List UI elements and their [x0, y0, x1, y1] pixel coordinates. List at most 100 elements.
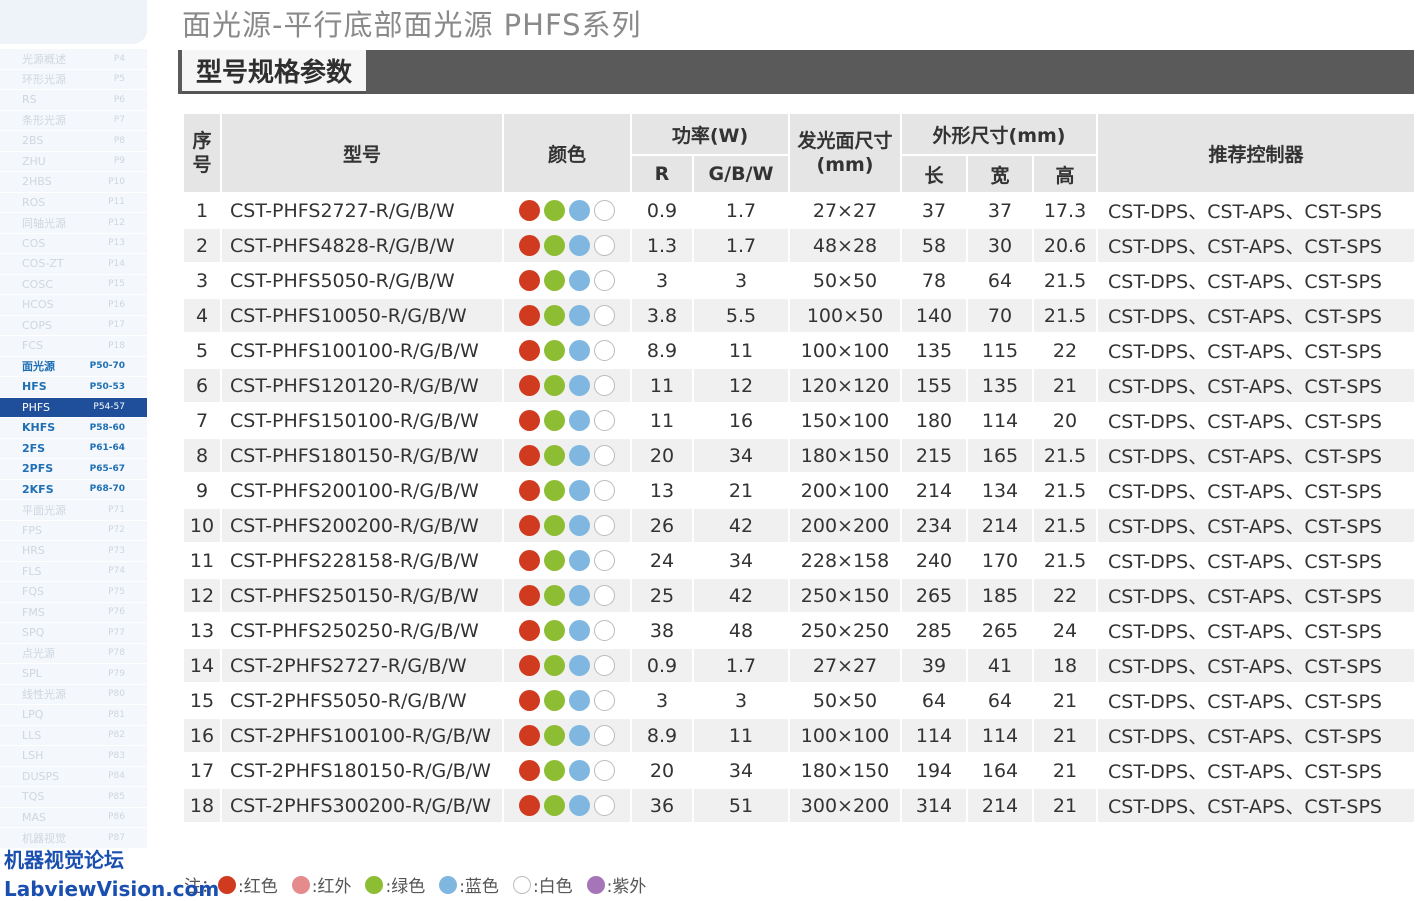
- cell-index: 17: [182, 752, 222, 789]
- green-dot-icon: [544, 725, 565, 746]
- cell-controller: CST-DPS、CST-APS、CST-SPS: [1096, 227, 1417, 264]
- cell-power-r: 11: [630, 402, 694, 439]
- red-dot-icon: [519, 690, 540, 711]
- sidebar-item[interactable]: FCS P18: [0, 336, 147, 357]
- sidebar-item[interactable]: FQS P75: [0, 582, 147, 603]
- sidebar-item[interactable]: ROS P11: [0, 192, 147, 213]
- sidebar-item[interactable]: MAS P86: [0, 807, 147, 828]
- blue-dot-icon: [569, 760, 590, 781]
- white-dot-icon: [594, 445, 615, 466]
- sidebar-item[interactable]: COS P13: [0, 233, 147, 254]
- cell-power-gbw: 11: [691, 717, 791, 754]
- sidebar-item[interactable]: 环形光源 P5: [0, 69, 147, 90]
- cell-power-r: 11: [630, 367, 694, 404]
- cell-model: CST-2PHFS100100-R/G/B/W: [220, 717, 504, 754]
- legend-label: :红色: [238, 877, 278, 897]
- sidebar-item[interactable]: 2KFS P68-70: [0, 479, 147, 500]
- sidebar-item[interactable]: KHFS P58-60: [0, 418, 147, 439]
- sidebar-item[interactable]: DUSPS P84: [0, 766, 147, 787]
- cell-power-r: 25: [630, 577, 694, 614]
- cell-emit-size: 228×158: [788, 542, 903, 579]
- cell-emit-size: 250×250: [788, 612, 903, 649]
- sidebar-item-label: 2BS: [22, 134, 44, 148]
- sidebar-item[interactable]: PHFS P54-57: [0, 397, 147, 418]
- red-dot-icon: [519, 235, 540, 256]
- legend-items: :红色 :红外 :绿色 :蓝色 :白色 :紫外: [218, 872, 660, 897]
- legend-item: :红色: [218, 872, 278, 897]
- blue-dot-icon: [569, 480, 590, 501]
- green-dot-icon: [544, 760, 565, 781]
- sidebar-item[interactable]: 面光源 P50-70: [0, 356, 147, 377]
- sidebar-item[interactable]: FPS P72: [0, 520, 147, 541]
- green-dot-icon: [544, 550, 565, 571]
- sidebar-item[interactable]: 同轴光源 P12: [0, 213, 147, 234]
- blue-dot-icon: [569, 725, 590, 746]
- sidebar-item[interactable]: 平面光源 P71: [0, 500, 147, 521]
- uv-dot-icon: [586, 875, 605, 894]
- cell-emit-size: 180×150: [788, 437, 903, 474]
- sidebar-item[interactable]: 点光源 P78: [0, 643, 147, 664]
- sidebar-item[interactable]: FLS P74: [0, 561, 147, 582]
- sidebar-item-page: P78: [108, 648, 125, 659]
- sidebar-item-label: RS: [22, 93, 37, 107]
- cell-index: 11: [182, 542, 222, 579]
- cell-index: 1: [182, 192, 222, 229]
- cell-power-gbw: 16: [691, 402, 791, 439]
- cell-color: [502, 402, 632, 439]
- table-row: 4 CST-PHFS10050-R/G/B/W 3.8 5.5 100×50 1…: [182, 297, 1417, 334]
- sidebar-item-label: COS: [22, 236, 46, 250]
- sidebar-item[interactable]: 2FS P61-64: [0, 438, 147, 459]
- sidebar-item[interactable]: 2HBS P10: [0, 172, 147, 193]
- sidebar-item[interactable]: LLS P82: [0, 725, 147, 746]
- sidebar-item-page: P73: [108, 545, 125, 556]
- sidebar-top-tab: [0, 0, 147, 44]
- cell-length: 215: [900, 437, 969, 474]
- sidebar-item-page: P50-70: [89, 361, 125, 372]
- sidebar-item[interactable]: 2BS P8: [0, 131, 147, 152]
- sidebar-item-label: 点光源: [22, 647, 55, 661]
- blue-dot-icon: [569, 655, 590, 676]
- sidebar-item[interactable]: SPL P79: [0, 664, 147, 685]
- sidebar-item[interactable]: 光源概述 P4: [0, 49, 147, 70]
- cell-width: 114: [966, 402, 1035, 439]
- sidebar-item[interactable]: FMS P76: [0, 602, 147, 623]
- cell-height: 21.5: [1032, 472, 1099, 509]
- sidebar-item[interactable]: HCOS P16: [0, 295, 147, 316]
- sidebar-item[interactable]: 线性光源 P80: [0, 684, 147, 705]
- sidebar-item[interactable]: COS-ZT P14: [0, 254, 147, 275]
- cell-controller: CST-DPS、CST-APS、CST-SPS: [1096, 192, 1417, 229]
- sidebar-item-label: FPS: [22, 523, 42, 537]
- sidebar-item[interactable]: RS P6: [0, 90, 147, 111]
- cell-index: 12: [182, 577, 222, 614]
- ir-dot-icon: [291, 875, 310, 894]
- green-dot-icon: [544, 690, 565, 711]
- sidebar-item-page: P5: [113, 74, 125, 85]
- cell-width: 214: [966, 507, 1035, 544]
- color-legend: 注： :红色 :红外 :绿色 :蓝色 :白色 :紫外: [184, 872, 660, 897]
- sidebar-item-page: P50-53: [89, 381, 125, 392]
- sidebar-item[interactable]: 2PFS P65-67: [0, 459, 147, 480]
- cell-width: 214: [966, 787, 1035, 824]
- sidebar-item[interactable]: TQS P85: [0, 787, 147, 808]
- sidebar-item[interactable]: ZHU P9: [0, 151, 147, 172]
- sidebar-item-label: COS-ZT: [22, 257, 64, 271]
- red-dot-icon: [519, 375, 540, 396]
- sidebar-item[interactable]: HRS P73: [0, 541, 147, 562]
- blue-dot-icon: [569, 270, 590, 291]
- sidebar-item[interactable]: 条形光源 P7: [0, 110, 147, 131]
- cell-emit-size: 50×50: [788, 682, 903, 719]
- sidebar-item[interactable]: LPQ P81: [0, 705, 147, 726]
- cell-height: 21.5: [1032, 542, 1099, 579]
- sidebar-item-page: P72: [108, 525, 125, 536]
- sidebar-item[interactable]: SPQ P77: [0, 623, 147, 644]
- cell-power-gbw: 42: [691, 507, 791, 544]
- col-header-index: 序号: [182, 112, 222, 194]
- sidebar-item[interactable]: LSH P83: [0, 746, 147, 767]
- sidebar-item[interactable]: HFS P50-53: [0, 377, 147, 398]
- sidebar-item[interactable]: COSC P15: [0, 274, 147, 295]
- cell-power-r: 36: [630, 787, 694, 824]
- cell-length: 114: [900, 717, 969, 754]
- sidebar-item[interactable]: COPS P17: [0, 315, 147, 336]
- cell-index: 10: [182, 507, 222, 544]
- sidebar-item-page: P83: [108, 750, 125, 761]
